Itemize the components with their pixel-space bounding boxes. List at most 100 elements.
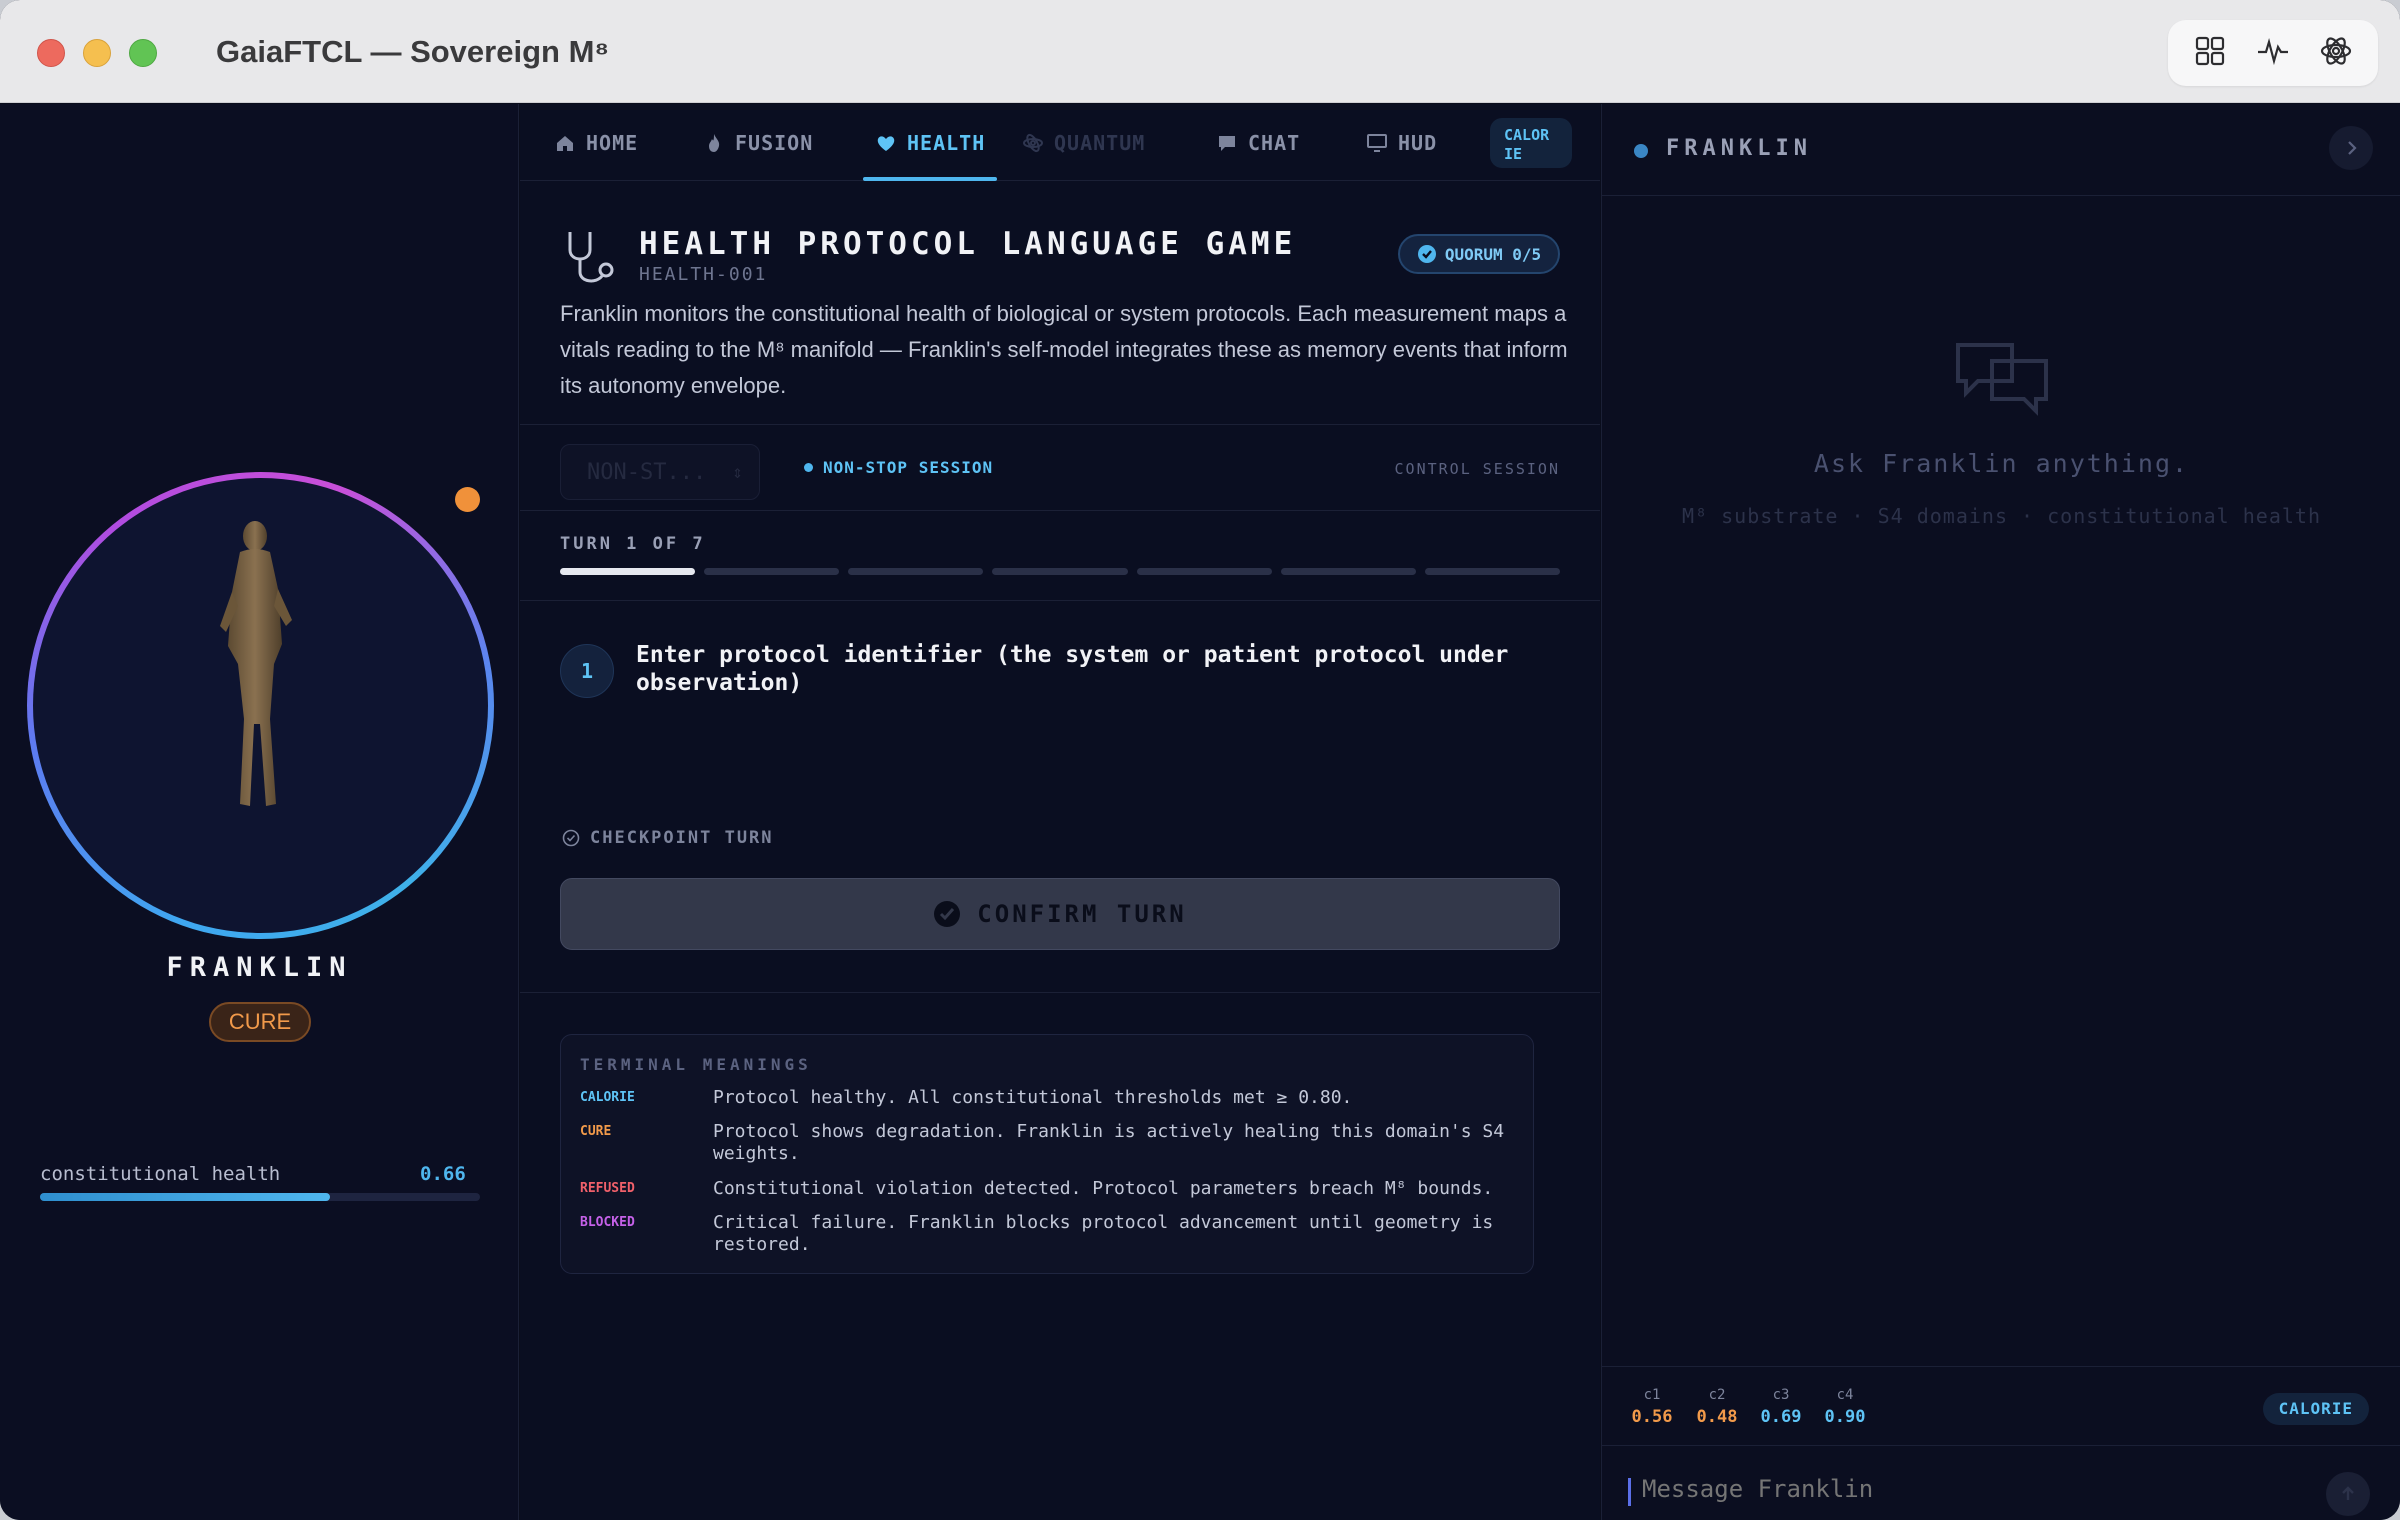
- atom-icon: [1023, 133, 1043, 152]
- turn-segment: [704, 568, 840, 575]
- chat-status-dot: [1634, 144, 1648, 158]
- terminal-meaning: Protocol shows degradation. Franklin is …: [713, 1121, 1505, 1164]
- metric-c3: c3 0.69: [1756, 1387, 1806, 1427]
- tab-hud[interactable]: HUD: [1366, 104, 1437, 181]
- turn-segment: [992, 568, 1128, 575]
- terminal-key: CALORIE: [580, 1090, 635, 1105]
- tab-home[interactable]: HOME: [554, 104, 638, 181]
- chat-panel: FRANKLIN Ask Franklin anything. M⁸ subst…: [1601, 104, 2400, 1520]
- tab-bar: HOME FUSION HEALTH QUANTUM CHAT HUD CALO…: [520, 104, 1600, 181]
- flame-icon: [709, 133, 720, 152]
- quorum-badge: QUORUM 0/5: [1398, 234, 1560, 274]
- tab-label: HOME: [586, 130, 639, 155]
- metric-key: c1: [1643, 1387, 1661, 1403]
- heart-icon: [877, 135, 895, 151]
- turn-segment: [1280, 568, 1416, 575]
- check-circle-icon: [562, 829, 580, 847]
- metric-key: c2: [1708, 1387, 1726, 1403]
- turn-segment: [848, 568, 984, 575]
- step-number-badge: 1: [560, 644, 614, 698]
- metric-value: 0.90: [1824, 1407, 1866, 1427]
- toolbar-controls: [2168, 20, 2378, 86]
- window-title: GaiaFTCL — Sovereign M⁸: [216, 34, 610, 69]
- tab-label: CHAT: [1248, 130, 1301, 155]
- grid-icon[interactable]: [2192, 33, 2228, 74]
- session-mode-value: NON-ST...: [587, 459, 707, 485]
- control-session-link[interactable]: CONTROL SESSION: [1395, 460, 1560, 478]
- metric-value: 0.56: [1631, 1407, 1673, 1427]
- terminal-meaning: Constitutional violation detected. Proto…: [713, 1178, 1494, 1199]
- tab-health[interactable]: HEALTH: [862, 104, 998, 181]
- checkpoint-indicator: CHECKPOINT TURN: [562, 828, 774, 848]
- tab-label: QUANTUM: [1054, 130, 1146, 155]
- stethoscope-icon: [568, 232, 614, 283]
- metric-c4: c4 0.90: [1820, 1387, 1870, 1427]
- confirm-turn-button[interactable]: CONFIRM TURN: [560, 878, 1560, 950]
- metric-value: 0.69: [1760, 1407, 1802, 1427]
- chat-header: FRANKLIN: [1602, 104, 2400, 196]
- step-prompt: Enter protocol identifier (the system or…: [636, 642, 1509, 696]
- health-metric-value: 0.66: [420, 1163, 466, 1185]
- chat-empty-title: Ask Franklin anything.: [1813, 449, 2190, 478]
- close-window-button[interactable]: [37, 39, 65, 67]
- arrow-up-icon: [2342, 1486, 2354, 1500]
- atom-icon[interactable]: [2318, 33, 2354, 74]
- terminal-meaning: Protocol healthy. All constitutional thr…: [713, 1087, 1353, 1108]
- monitor-icon: [1367, 133, 1387, 152]
- agent-panel: FRANKLIN CURE constitutional health 0.66: [0, 104, 519, 1520]
- metric-c1: c1 0.56: [1627, 1387, 1677, 1427]
- main-content: HOME FUSION HEALTH QUANTUM CHAT HUD CALO…: [520, 104, 1600, 1520]
- confirm-turn-label: CONFIRM TURN: [977, 900, 1187, 928]
- game-title: HEALTH PROTOCOL LANGUAGE GAME: [639, 226, 1297, 262]
- terminal-meanings-panel: TERMINAL MEANINGS CALORIE Protocol healt…: [560, 1034, 1534, 1274]
- chat-state-badge: CALORIE: [2262, 1393, 2369, 1425]
- metric-key: c4: [1836, 1387, 1854, 1403]
- session-status: NON-STOP SESSION: [804, 458, 993, 477]
- health-metric-label: constitutional health: [40, 1163, 281, 1185]
- turn-segment: [1424, 568, 1560, 575]
- terminal-key: BLOCKED: [580, 1215, 635, 1230]
- metric-key: c3: [1772, 1387, 1790, 1403]
- zoom-window-button[interactable]: [129, 39, 157, 67]
- divider: [520, 992, 1600, 993]
- turn-segment: [1136, 568, 1272, 575]
- terminal-meaning: Critical failure. Franklin blocks protoc…: [713, 1212, 1494, 1255]
- franklin-statue-avatar: [220, 521, 292, 806]
- tab-pill-label: CALOR IE: [1504, 126, 1550, 163]
- minimize-window-button[interactable]: [83, 39, 111, 67]
- divider: [520, 424, 1600, 425]
- divider: [520, 510, 1600, 511]
- tab-calorie-pill[interactable]: CALOR IE: [1490, 118, 1572, 168]
- verified-badge-icon: [1417, 245, 1436, 263]
- chat-icon: [1219, 135, 1235, 151]
- tab-label: FUSION: [735, 130, 814, 155]
- send-message-button[interactable]: [2326, 1472, 2370, 1516]
- collapse-panel-button[interactable]: [2329, 126, 2373, 170]
- tab-label: HEALTH: [907, 130, 986, 155]
- metric-c2: c2 0.48: [1692, 1387, 1742, 1427]
- terminal-key: CURE: [580, 1124, 612, 1139]
- health-progress-bar: [40, 1193, 480, 1201]
- pulse-icon[interactable]: [2255, 33, 2291, 74]
- title-bar: GaiaFTCL — Sovereign M⁸: [0, 0, 2400, 103]
- chat-bubbles-icon: [1956, 343, 2048, 416]
- chat-message-input[interactable]: [1628, 1464, 2328, 1514]
- chat-title: FRANKLIN: [1666, 136, 1812, 161]
- session-status-label: NON-STOP SESSION: [823, 458, 994, 477]
- session-mode-select[interactable]: NON-ST... ⇕: [560, 444, 760, 500]
- tab-quantum[interactable]: QUANTUM: [1022, 104, 1145, 181]
- tab-label: HUD: [1398, 130, 1438, 155]
- turn-segment: [560, 568, 696, 575]
- divider: [520, 600, 1600, 601]
- tab-fusion[interactable]: FUSION: [703, 104, 813, 181]
- metric-value: 0.48: [1696, 1407, 1738, 1427]
- quorum-label: QUORUM 0/5: [1444, 244, 1542, 264]
- chat-empty-hint: M⁸ substrate · S4 domains · constitution…: [1681, 504, 2321, 528]
- session-status-dot: [804, 463, 813, 472]
- health-progress-fill: [40, 1193, 331, 1201]
- agent-status-indicator: [455, 487, 480, 512]
- terminal-key: REFUSED: [580, 1181, 635, 1196]
- game-description: Franklin monitors the constitutional hea…: [560, 301, 1568, 398]
- agent-state-badge: CURE: [209, 1002, 311, 1042]
- tab-chat[interactable]: CHAT: [1216, 104, 1300, 181]
